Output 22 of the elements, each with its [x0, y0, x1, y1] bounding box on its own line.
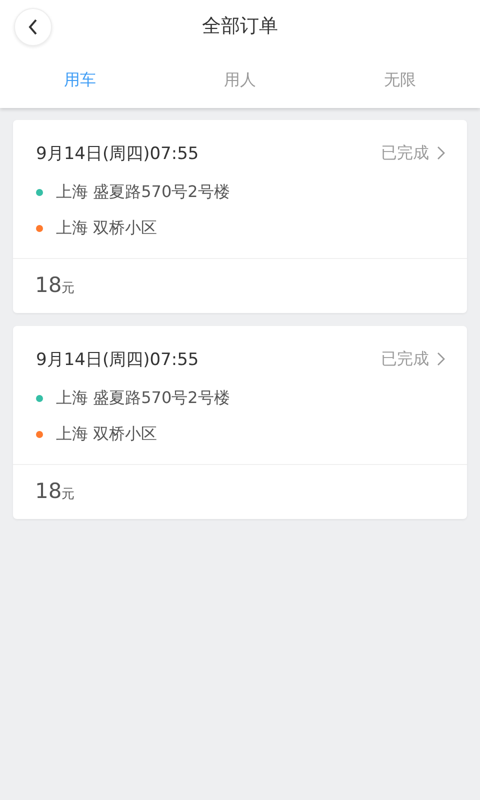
order-time: 9月14日(周四)07:55 [36, 142, 200, 164]
tab[interactable]: 用车 [0, 52, 160, 108]
back-button[interactable] [14, 8, 52, 46]
address-text: 上海 双桥小区 [56, 218, 158, 238]
order-status: 已完成 [381, 348, 429, 370]
order-card[interactable]: 9月14日(周四)07:55 已完成 上海 盛夏路570号2号楼 上海 双桥小区 18元 [13, 326, 467, 519]
address-text: 上海 双桥小区 [56, 424, 158, 444]
chevron-right-icon [437, 352, 445, 366]
address-text: 上海 盛夏路570号2号楼 [56, 182, 230, 202]
currency-unit: 元 [62, 486, 75, 503]
currency-unit: 元 [62, 280, 75, 297]
order-card[interactable]: 9月14日(周四)07:55 已完成 上海 盛夏路570号2号楼 上海 双桥小区 18元 [13, 120, 467, 313]
order-time: 9月14日(周四)07:55 [36, 348, 200, 370]
tab[interactable]: 用人 [160, 52, 320, 108]
tab[interactable]: 无限 [320, 52, 480, 108]
order-price: 18 [35, 273, 62, 297]
order-price: 18 [35, 479, 62, 503]
back-icon [27, 18, 39, 36]
chevron-right-icon [437, 146, 445, 160]
page-title: 全部订单 [202, 14, 278, 39]
address-text: 上海 盛夏路570号2号楼 [56, 388, 230, 408]
order-status: 已完成 [381, 142, 429, 164]
